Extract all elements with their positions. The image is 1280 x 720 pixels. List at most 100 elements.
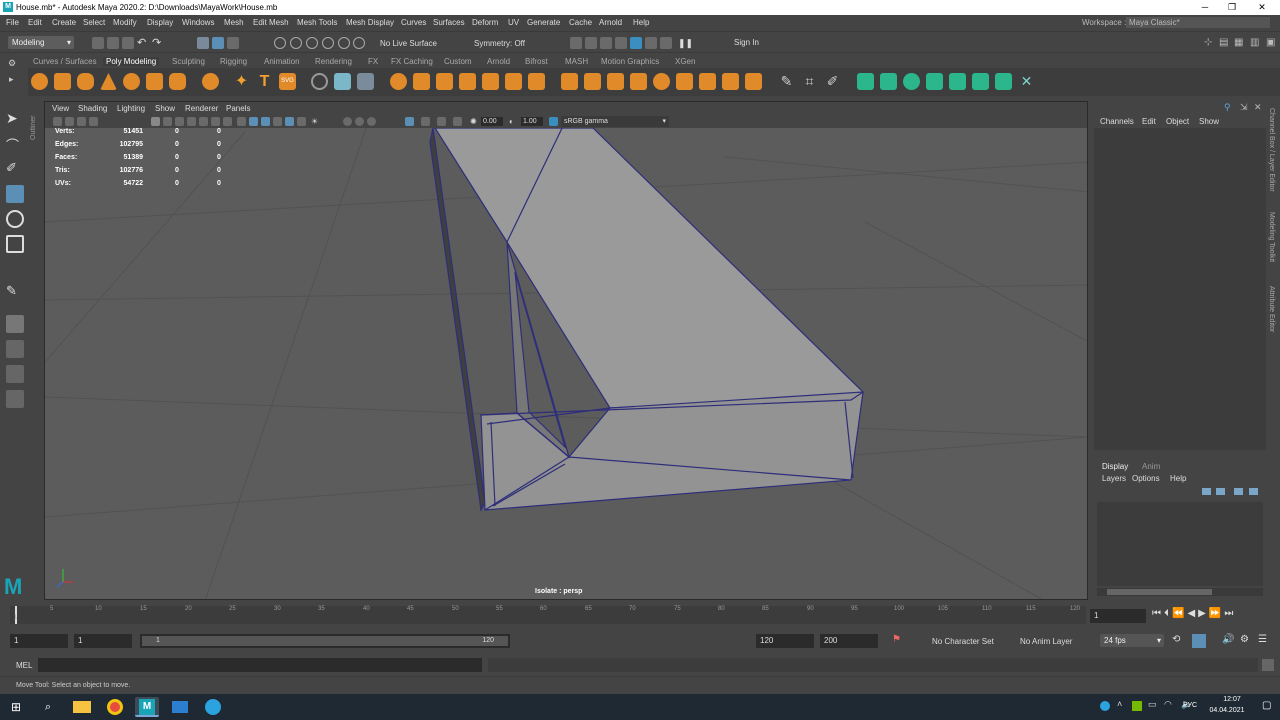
panel-menu-shading[interactable]: Shading — [78, 104, 107, 113]
save-scene-icon[interactable] — [122, 37, 134, 49]
four-view-layout-icon[interactable] — [6, 340, 24, 358]
outliner-tab[interactable]: Outliner — [30, 100, 42, 140]
layers-menu[interactable]: Layers — [1102, 474, 1126, 483]
undo-icon[interactable]: ↶ — [137, 37, 149, 49]
menu-file[interactable]: File — [6, 18, 19, 27]
last-tool-icon[interactable]: ✎ — [6, 283, 24, 301]
tab-attribute-editor[interactable]: Attribute Editor — [1268, 286, 1275, 332]
safe-title-icon[interactable] — [223, 117, 232, 126]
anim-layer-dropdown[interactable]: No Anim Layer — [1020, 637, 1072, 646]
close-button[interactable]: ✕ — [1252, 1, 1272, 13]
grid-toggle-icon[interactable] — [151, 117, 160, 126]
poly-torus-icon[interactable] — [123, 73, 140, 90]
anim-prefs-icon[interactable] — [1192, 634, 1206, 648]
tool-settings-icon[interactable]: ▦ — [1234, 37, 1246, 49]
lasso-tool-icon[interactable]: ⌒ — [6, 135, 24, 153]
color-management-icon[interactable] — [549, 117, 558, 126]
snap-point-icon[interactable] — [306, 37, 318, 49]
multi-cut-icon[interactable]: ✎ — [778, 73, 795, 90]
layer-list[interactable] — [1097, 502, 1263, 586]
panel-menu-panels[interactable]: Panels — [226, 104, 250, 113]
maya-taskbar-icon[interactable]: M — [135, 697, 159, 717]
poly-sphere-icon[interactable] — [31, 73, 48, 90]
channel-edit-menu[interactable]: Edit — [1142, 117, 1156, 126]
select-tool-icon[interactable]: ➤ — [6, 110, 24, 128]
menu-mesh-display[interactable]: Mesh Display — [346, 18, 394, 27]
tray-date[interactable]: 04.04.2021 — [1202, 707, 1252, 714]
tray-network-icon[interactable]: ◠ — [1164, 699, 1172, 710]
cache-icon[interactable]: ⚙ — [1240, 634, 1249, 645]
workspace-selector[interactable]: Workspace : Maya Classic* — [1082, 17, 1272, 29]
poke-icon[interactable] — [653, 73, 670, 90]
new-scene-icon[interactable] — [92, 37, 104, 49]
channel-show-menu[interactable]: Show — [1199, 117, 1219, 126]
insert-edge-loop-icon[interactable]: ⌗ — [801, 73, 818, 90]
layer-tab-anim[interactable]: Anim — [1142, 462, 1160, 471]
extract-icon[interactable] — [482, 73, 499, 90]
channels-menu[interactable]: Channels — [1100, 117, 1134, 126]
rotate-tool-icon[interactable] — [6, 210, 24, 228]
layer-move-down-icon[interactable] — [1216, 488, 1225, 495]
collapse-icon[interactable] — [722, 73, 739, 90]
shelf-tabs-menu-icon[interactable]: ▸ — [9, 74, 14, 85]
new-layer-selected-icon[interactable] — [1249, 488, 1258, 495]
menu-display[interactable]: Display — [147, 18, 173, 27]
go-to-start-icon[interactable]: ⏮ — [1152, 608, 1164, 619]
fps-dropdown[interactable]: 24 fps — [1100, 634, 1164, 647]
snap-curve-icon[interactable] — [290, 37, 302, 49]
reduce-icon[interactable] — [528, 73, 545, 90]
menu-deform[interactable]: Deform — [472, 18, 498, 27]
animation-end-field[interactable]: 200 — [820, 634, 878, 648]
auto-key-icon[interactable]: ⚑ — [892, 634, 901, 645]
range-slider-thumb[interactable]: 1 120 — [142, 636, 508, 646]
mirror-icon[interactable] — [459, 73, 476, 90]
light-editor-icon[interactable] — [660, 37, 672, 49]
quad-draw-icon[interactable]: ✐ — [824, 73, 841, 90]
symmetry-dropdown[interactable]: Symmetry: Off — [474, 39, 525, 48]
xray-joints-icon[interactable] — [437, 117, 446, 126]
modeling-toolkit-icon[interactable]: ⊹ — [1204, 37, 1216, 49]
attribute-editor-icon[interactable]: ▤ — [1219, 37, 1231, 49]
tab-channel-box-layer-editor[interactable]: Channel Box / Layer Editor — [1268, 108, 1275, 192]
field-chart-icon[interactable] — [199, 117, 208, 126]
step-back-key-icon[interactable]: ⏴ — [1164, 608, 1172, 619]
planar-mapping-icon[interactable] — [880, 73, 897, 90]
shelf-tab-fx[interactable]: FX — [368, 57, 378, 66]
shadows-icon[interactable] — [297, 117, 306, 126]
ipr-render-icon[interactable] — [600, 37, 612, 49]
svg-icon[interactable]: SVG — [279, 73, 296, 90]
exposure-field[interactable]: 0.00 — [481, 117, 503, 126]
gamma-field[interactable]: 1.00 — [521, 117, 543, 126]
sound-icon[interactable]: 🔊 — [1222, 634, 1234, 645]
single-perspective-layout-icon[interactable] — [6, 315, 24, 333]
layer-options-menu[interactable]: Options — [1132, 474, 1160, 483]
menu-windows[interactable]: Windows — [182, 18, 214, 27]
live-surface-label[interactable]: No Live Surface — [380, 39, 437, 48]
super-shape-icon[interactable]: ✦ — [233, 73, 250, 90]
shelf-tab-animation[interactable]: Animation — [264, 57, 300, 66]
menu-edit-mesh[interactable]: Edit Mesh — [253, 18, 289, 27]
layer-help-menu[interactable]: Help — [1170, 474, 1186, 483]
search-icon[interactable]: ⌕ — [36, 697, 60, 717]
sign-in-dropdown[interactable]: Sign In — [722, 36, 800, 50]
script-editor-icon[interactable] — [1262, 659, 1274, 671]
panel-menu-show[interactable]: Show — [155, 104, 175, 113]
automatic-mapping-icon[interactable] — [926, 73, 943, 90]
smooth-shade-icon[interactable] — [249, 117, 258, 126]
mel-input[interactable] — [38, 658, 482, 672]
extrude-icon[interactable] — [607, 73, 624, 90]
shelf-tab-sculpting[interactable]: Sculpting — [172, 57, 205, 66]
image-plane-icon[interactable] — [89, 117, 98, 126]
panel-menu-lighting[interactable]: Lighting — [117, 104, 145, 113]
layer-move-up-icon[interactable] — [1202, 488, 1211, 495]
new-layer-icon[interactable] — [1234, 488, 1243, 495]
tray-time[interactable]: 12:07 — [1212, 696, 1252, 703]
timeline[interactable]: 1 5 10 15 20 25 30 35 40 45 50 55 60 65 … — [10, 606, 1086, 624]
sew-uv-icon[interactable] — [972, 73, 989, 90]
poly-disc-icon[interactable] — [169, 73, 186, 90]
open-scene-icon[interactable] — [107, 37, 119, 49]
ambient-occlusion-icon[interactable] — [343, 117, 352, 126]
resolution-gate-icon[interactable] — [175, 117, 184, 126]
boolean-union-icon[interactable] — [390, 73, 407, 90]
shelf-tab-bifrost[interactable]: Bifrost — [525, 57, 548, 66]
